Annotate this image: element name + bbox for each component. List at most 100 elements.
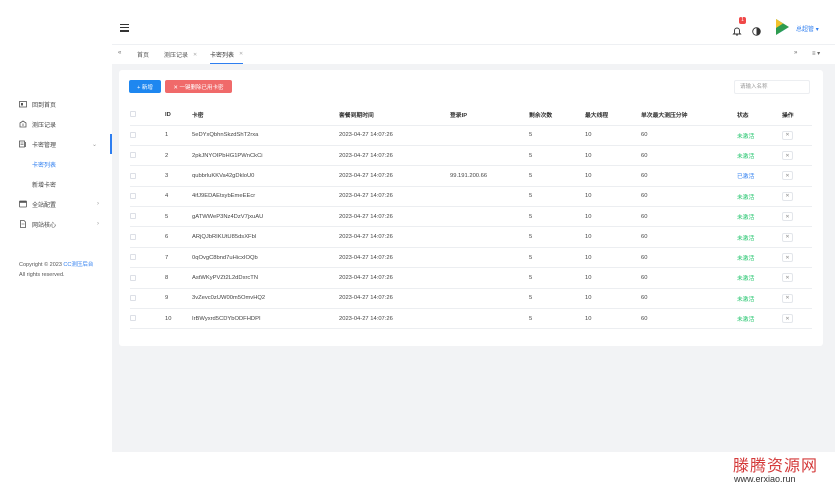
copyright-link[interactable]: CC测压后台	[63, 262, 93, 268]
bell-icon[interactable]	[732, 23, 742, 36]
cell-remain: 5	[529, 186, 585, 208]
cell-ip	[450, 186, 529, 208]
column-header[interactable]: 套餐到期时间	[339, 105, 450, 126]
status-badge: 未激活	[737, 247, 782, 269]
row-checkbox[interactable]	[130, 152, 136, 159]
table-row: 4 4ifJ9EDAEtsybEmeEEcr 2023-04-27 14:07:26…	[130, 186, 812, 208]
cell-card: 3vZevc0zUW00m5OmvHQ2	[192, 288, 339, 310]
cell-expire: 2023-04-27 14:07:26	[339, 247, 450, 269]
cell-threads: 10	[585, 308, 641, 330]
notification-badge: 1	[739, 17, 746, 24]
menu-toggle-icon[interactable]	[120, 24, 129, 32]
search-input[interactable]	[734, 80, 810, 94]
delete-row-button[interactable]: ✕	[782, 293, 793, 303]
user-menu[interactable]: 总超管 ▾	[796, 24, 819, 33]
delete-row-button[interactable]: ✕	[782, 253, 793, 263]
delete-row-button[interactable]: ✕	[782, 232, 793, 242]
cell-threads: 10	[585, 206, 641, 228]
username-label: 总超管	[796, 27, 815, 33]
cell-minutes: 60	[641, 226, 737, 248]
row-checkbox[interactable]	[130, 193, 136, 200]
sidebar-item-site-core[interactable]: 网站核心 ›	[0, 214, 112, 234]
column-header[interactable]: 登录IP	[450, 105, 529, 126]
delete-row-button[interactable]: ✕	[782, 191, 793, 201]
cell-id: 8	[165, 267, 192, 289]
row-select	[130, 165, 165, 187]
sidebar-item-label: 卡密管理	[32, 142, 57, 149]
row-checkbox[interactable]	[130, 274, 136, 281]
cell-remain: 5	[529, 226, 585, 248]
theme-icon[interactable]	[752, 23, 761, 36]
row-checkbox[interactable]	[130, 254, 136, 261]
cell-actions: ✕	[782, 165, 812, 187]
cell-actions: ✕	[782, 186, 812, 208]
row-checkbox[interactable]	[130, 131, 136, 138]
cell-card: IrBWyxrd5CDYbODFHDPI	[192, 308, 339, 330]
delete-used-button[interactable]: ✕ 一键删除已用卡密	[165, 80, 232, 93]
cell-threads: 10	[585, 165, 641, 187]
cell-ip	[450, 206, 529, 228]
row-select	[130, 288, 165, 310]
cell-expire: 2023-04-27 14:07:26	[339, 206, 450, 228]
row-checkbox[interactable]	[130, 213, 136, 220]
column-header[interactable]: 操作	[782, 105, 812, 126]
cell-remain: 5	[529, 145, 585, 167]
card-table: ID 卡密 套餐到期时间 登录IP 剩余次数 最大线程 单次最大测压分钟 状态 …	[130, 105, 812, 330]
row-checkbox[interactable]	[130, 295, 136, 302]
column-header[interactable]: 单次最大测压分钟	[641, 105, 737, 126]
sidebar-item-home[interactable]: 回到首页	[0, 94, 112, 114]
cell-card: ARjQJbRIKUtU85dsXFbl	[192, 226, 339, 248]
column-header[interactable]: 状态	[737, 105, 782, 126]
delete-row-button[interactable]: ✕	[782, 212, 793, 222]
row-select	[130, 247, 165, 269]
row-checkbox[interactable]	[130, 172, 136, 179]
copyright: Copyright © 2023 CC测压后台 All rights reser…	[19, 260, 114, 280]
delete-row-button[interactable]: ✕	[782, 130, 793, 140]
select-all-checkbox[interactable]	[130, 111, 136, 118]
table-row: 7 0qOvgC8bnd7uHicxIOQb 2023-04-27 14:07:26…	[130, 247, 812, 269]
column-header[interactable]: 最大线程	[585, 105, 641, 126]
header: 1 总超管 ▾ « 首页 测压记录 ✕ 卡密列表 ✕ » ≡ ▾	[112, 0, 835, 64]
sidebar-subitem-card-list[interactable]: 卡密列表	[0, 154, 112, 174]
tabs-next-icon[interactable]: »	[794, 50, 797, 56]
avatar[interactable]	[773, 18, 791, 36]
row-checkbox[interactable]	[130, 233, 136, 240]
copyright-suffix: All rights reserved.	[19, 272, 65, 278]
tabs-prev-icon[interactable]: «	[118, 50, 121, 56]
column-header[interactable]: 卡密	[192, 105, 339, 126]
close-icon[interactable]: ✕	[239, 51, 243, 57]
column-header[interactable]: ID	[165, 105, 192, 126]
card-icon	[19, 140, 27, 148]
sidebar-item-records[interactable]: 测压记录	[0, 114, 112, 134]
tabs-more-icon[interactable]: ≡ ▾	[812, 50, 820, 57]
cell-card: AstWKyPVZt2L2dDxrcTN	[192, 267, 339, 289]
delete-row-button[interactable]: ✕	[782, 314, 793, 324]
sidebar-item-site-config[interactable]: 全站配置 ›	[0, 194, 112, 214]
cell-id: 10	[165, 308, 192, 330]
sidebar-menu: 回到首页 测压记录 卡密管理 ⌄ 卡密列表 新增卡密 全站配置 › 网站核心 ›	[0, 94, 112, 234]
tab-records[interactable]: 测压记录 ✕	[164, 45, 197, 64]
cell-actions: ✕	[782, 125, 812, 146]
table-row: 6 ARjQJbRIKUtU85dsXFbl 2023-04-27 14:07:26…	[130, 226, 812, 248]
cell-expire: 2023-04-27 14:07:26	[339, 308, 450, 330]
close-icon[interactable]: ✕	[193, 52, 197, 58]
cell-ip	[450, 125, 529, 146]
row-checkbox[interactable]	[130, 315, 136, 322]
status-badge: 未激活	[737, 206, 782, 228]
cell-expire: 2023-04-27 14:07:26	[339, 145, 450, 167]
status-badge: 未激活	[737, 125, 782, 146]
sidebar-item-card-management[interactable]: 卡密管理 ⌄	[0, 134, 112, 154]
tab-home[interactable]: 首页	[137, 45, 149, 64]
card-list-panel: + 新增 ✕ 一键删除已用卡密 ID 卡密 套餐到期时间 登录IP 剩余次数 最…	[119, 70, 823, 346]
table-row: 9 3vZevc0zUW00m5OmvHQ2 2023-04-27 14:07:26…	[130, 288, 812, 310]
cell-expire: 2023-04-27 14:07:26	[339, 165, 450, 187]
sidebar-subitem-add-card[interactable]: 新增卡密	[0, 174, 112, 194]
tab-card-list[interactable]: 卡密列表 ✕	[210, 45, 244, 64]
column-header[interactable]: 剩余次数	[529, 105, 585, 126]
table-row: 10 IrBWyxrd5CDYbODFHDPI 2023-04-27 14:07:2…	[130, 308, 812, 330]
delete-row-button[interactable]: ✕	[782, 151, 793, 161]
delete-row-button[interactable]: ✕	[782, 273, 793, 283]
record-icon	[19, 120, 27, 128]
add-button[interactable]: + 新增	[129, 80, 161, 93]
delete-row-button[interactable]: ✕	[782, 171, 793, 181]
